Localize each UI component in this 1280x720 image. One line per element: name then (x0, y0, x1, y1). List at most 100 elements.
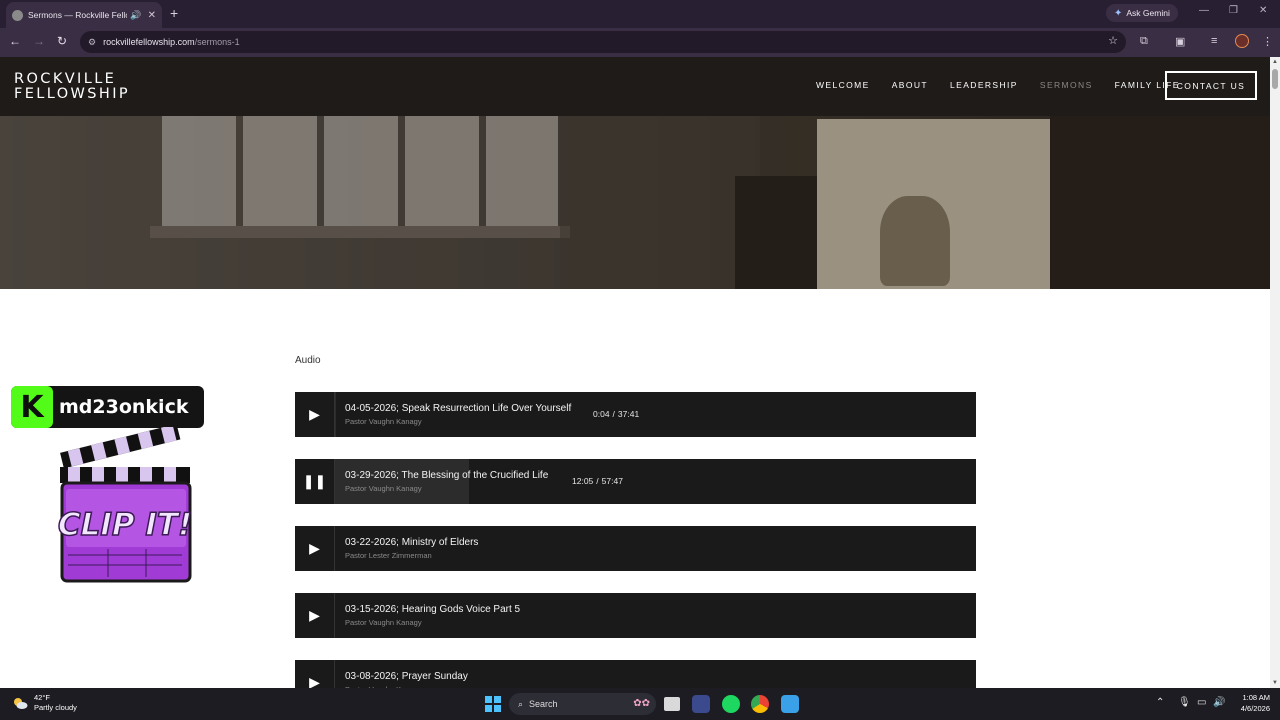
url-path: /sermons-1 (194, 37, 240, 47)
audio-track-row: ❚❚ 03-29-2026; The Blessing of the Crucif… (295, 459, 976, 504)
scrollbar-thumb[interactable] (1272, 69, 1278, 89)
reading-mode-icon[interactable]: ▣ (1175, 35, 1185, 48)
menu-icon[interactable]: ⋮ (1262, 35, 1273, 48)
site-nav: WELCOME ABOUT LEADERSHIP SERMONS FAMILY … (816, 80, 1202, 90)
track-speaker: Pastor Vaughn Kanagy (345, 484, 422, 493)
page-viewport: ROCKVILLE FELLOWSHIP WELCOME ABOUT LEADE… (0, 57, 1270, 688)
cherry-blossom-icon: ✿✿ (633, 698, 650, 709)
taskbar-search[interactable]: ⌕ Search ✿✿ (509, 693, 656, 715)
audio-player-list: ▶ 04-05-2026; Speak Resurrection Life Ove… (295, 392, 976, 688)
tab-close-icon[interactable]: ✕ (148, 10, 156, 21)
track-time-separator: / (596, 476, 599, 486)
track-duration: 57:47 (601, 476, 623, 486)
logo-line-1: ROCKVILLE (14, 71, 117, 87)
audio-track-row: ▶03-08-2026; Prayer SundayPastor Vaughn … (295, 660, 976, 688)
track-progress-bar[interactable] (335, 392, 336, 437)
browser-toolbar: ← → ↻ ⚙ rockvillefellowship.com /sermons… (0, 28, 1280, 57)
profile-avatar[interactable] (1235, 34, 1249, 48)
pause-button[interactable]: ❚❚ (295, 459, 335, 504)
address-bar[interactable]: ⚙ rockvillefellowship.com /sermons-1 ☆ (80, 31, 1126, 53)
back-icon[interactable]: ← (9, 34, 21, 48)
track-progress-bar[interactable] (335, 459, 469, 504)
scroll-up-icon[interactable]: ▲ (1272, 59, 1278, 65)
kick-logo-icon: K (11, 386, 53, 428)
nav-welcome[interactable]: WELCOME (816, 80, 870, 90)
media-controls-icon[interactable]: ≡ (1211, 35, 1217, 47)
play-button[interactable]: ▶ (295, 392, 335, 437)
taskbar-search-label: Search (529, 699, 558, 709)
windows-start-icon[interactable] (485, 696, 501, 712)
microphone-icon[interactable]: 🎙 (1178, 697, 1191, 708)
tray-overflow-icon[interactable]: ⌃ (1156, 697, 1164, 708)
forward-icon[interactable]: → (33, 34, 45, 48)
windows-taskbar: 42°F Partly cloudy ⌕ Search ✿✿ ⌃ 🎙 ▭ 🔊 1… (0, 688, 1280, 720)
weather-widget[interactable]: 42°F Partly cloudy (12, 693, 77, 713)
hero-overlay (0, 116, 1270, 289)
site-settings-icon[interactable]: ⚙ (88, 37, 96, 48)
audio-section-label: Audio (295, 355, 321, 366)
track-title: 04-05-2026; Speak Resurrection Life Over… (345, 403, 572, 414)
browser-tab-strip: Sermons — Rockville Fellow 🔊 ✕ + ✦ Ask G… (0, 0, 1280, 28)
track-time-readout: 0:04/37:41 (593, 409, 639, 419)
volume-icon[interactable]: 🔊 (1213, 697, 1225, 708)
page-scrollbar[interactable]: ▲ ▼ (1270, 57, 1280, 688)
audio-track-row: ▶ 03-15-2026; Hearing Gods Voice Part 5 Pa… (295, 593, 976, 638)
track-time-separator: / (612, 409, 615, 419)
news-app-icon[interactable] (692, 695, 710, 713)
clock-date: 4/6/2026 (1240, 704, 1270, 713)
nav-about[interactable]: ABOUT (892, 80, 928, 90)
track-current-time: 0:04 (593, 409, 610, 419)
kick-username: md23onkick (59, 396, 189, 418)
kick-username-badge: K md23onkick (11, 386, 204, 428)
track-speaker: Pastor Lester Zimmerman (345, 551, 432, 560)
track-title: 03-08-2026; Prayer Sunday (345, 671, 468, 682)
nav-sermons[interactable]: SERMONS (1040, 80, 1093, 90)
play-button[interactable]: ▶ (295, 526, 335, 571)
ask-gemini-button[interactable]: ✦ Ask Gemini (1106, 4, 1178, 22)
track-current-time: 12:05 (572, 476, 594, 486)
search-icon: ⌕ (518, 698, 524, 709)
clock-time: 1:08 AM (1242, 693, 1270, 702)
site-logo[interactable]: ROCKVILLE FELLOWSHIP (14, 72, 130, 102)
restore-icon[interactable]: ❐ (1229, 5, 1238, 16)
hero-banner-image (0, 116, 1270, 289)
weather-temp: 42°F (34, 693, 50, 702)
minimize-icon[interactable]: — (1199, 5, 1209, 16)
site-favicon-icon (12, 9, 23, 21)
weather-condition: Partly cloudy (34, 703, 77, 712)
clip-it-clapperboard-icon: CLIP IT! (58, 427, 192, 583)
reload-icon[interactable]: ↻ (57, 34, 67, 48)
url-domain: rockvillefellowship.com (103, 37, 195, 47)
taskbar-clock[interactable]: 1:08 AM 4/6/2026 (1232, 692, 1270, 714)
bookmark-star-icon[interactable]: ☆ (1108, 34, 1118, 47)
network-icon[interactable]: ▭ (1197, 697, 1206, 708)
extensions-icon[interactable]: ⧉ (1140, 35, 1148, 48)
nav-leadership[interactable]: LEADERSHIP (950, 80, 1018, 90)
play-button[interactable]: ▶ (295, 593, 335, 638)
new-tab-button[interactable]: + (170, 5, 178, 21)
clip-it-text: CLIP IT! (58, 507, 192, 543)
track-speaker: Pastor Vaughn Kanagy (345, 618, 422, 627)
window-close-icon[interactable]: ✕ (1259, 5, 1267, 16)
play-button[interactable]: ▶ (295, 660, 335, 688)
track-title: 03-29-2026; The Blessing of the Crucifie… (345, 470, 549, 481)
gemini-spark-icon: ✦ (1114, 7, 1123, 19)
track-time-readout: 12:05/57:47 (572, 476, 623, 486)
browser-tab[interactable]: Sermons — Rockville Fellow 🔊 ✕ (6, 2, 162, 28)
track-duration: 37:41 (617, 409, 640, 419)
file-explorer-icon[interactable] (664, 697, 680, 711)
track-speaker: Pastor Vaughn Kanagy (345, 417, 422, 426)
ask-gemini-label: Ask Gemini (1126, 8, 1170, 18)
site-header: ROCKVILLE FELLOWSHIP WELCOME ABOUT LEADE… (0, 57, 1270, 116)
scroll-down-icon[interactable]: ▼ (1272, 680, 1278, 686)
tab-audio-icon[interactable]: 🔊 (130, 10, 141, 21)
notes-app-icon[interactable] (781, 695, 799, 713)
contact-us-button[interactable]: CONTACT US (1165, 71, 1257, 100)
spotify-icon[interactable] (722, 695, 740, 713)
chrome-icon[interactable] (751, 695, 769, 713)
audio-track-row: ▶ 03-22-2026; Ministry of Elders Pastor Le… (295, 526, 976, 571)
tab-title: Sermons — Rockville Fellow (28, 10, 128, 20)
track-title: 03-22-2026; Ministry of Elders (345, 537, 479, 548)
track-title: 03-15-2026; Hearing Gods Voice Part 5 (345, 604, 521, 615)
partly-cloudy-icon (14, 698, 28, 709)
